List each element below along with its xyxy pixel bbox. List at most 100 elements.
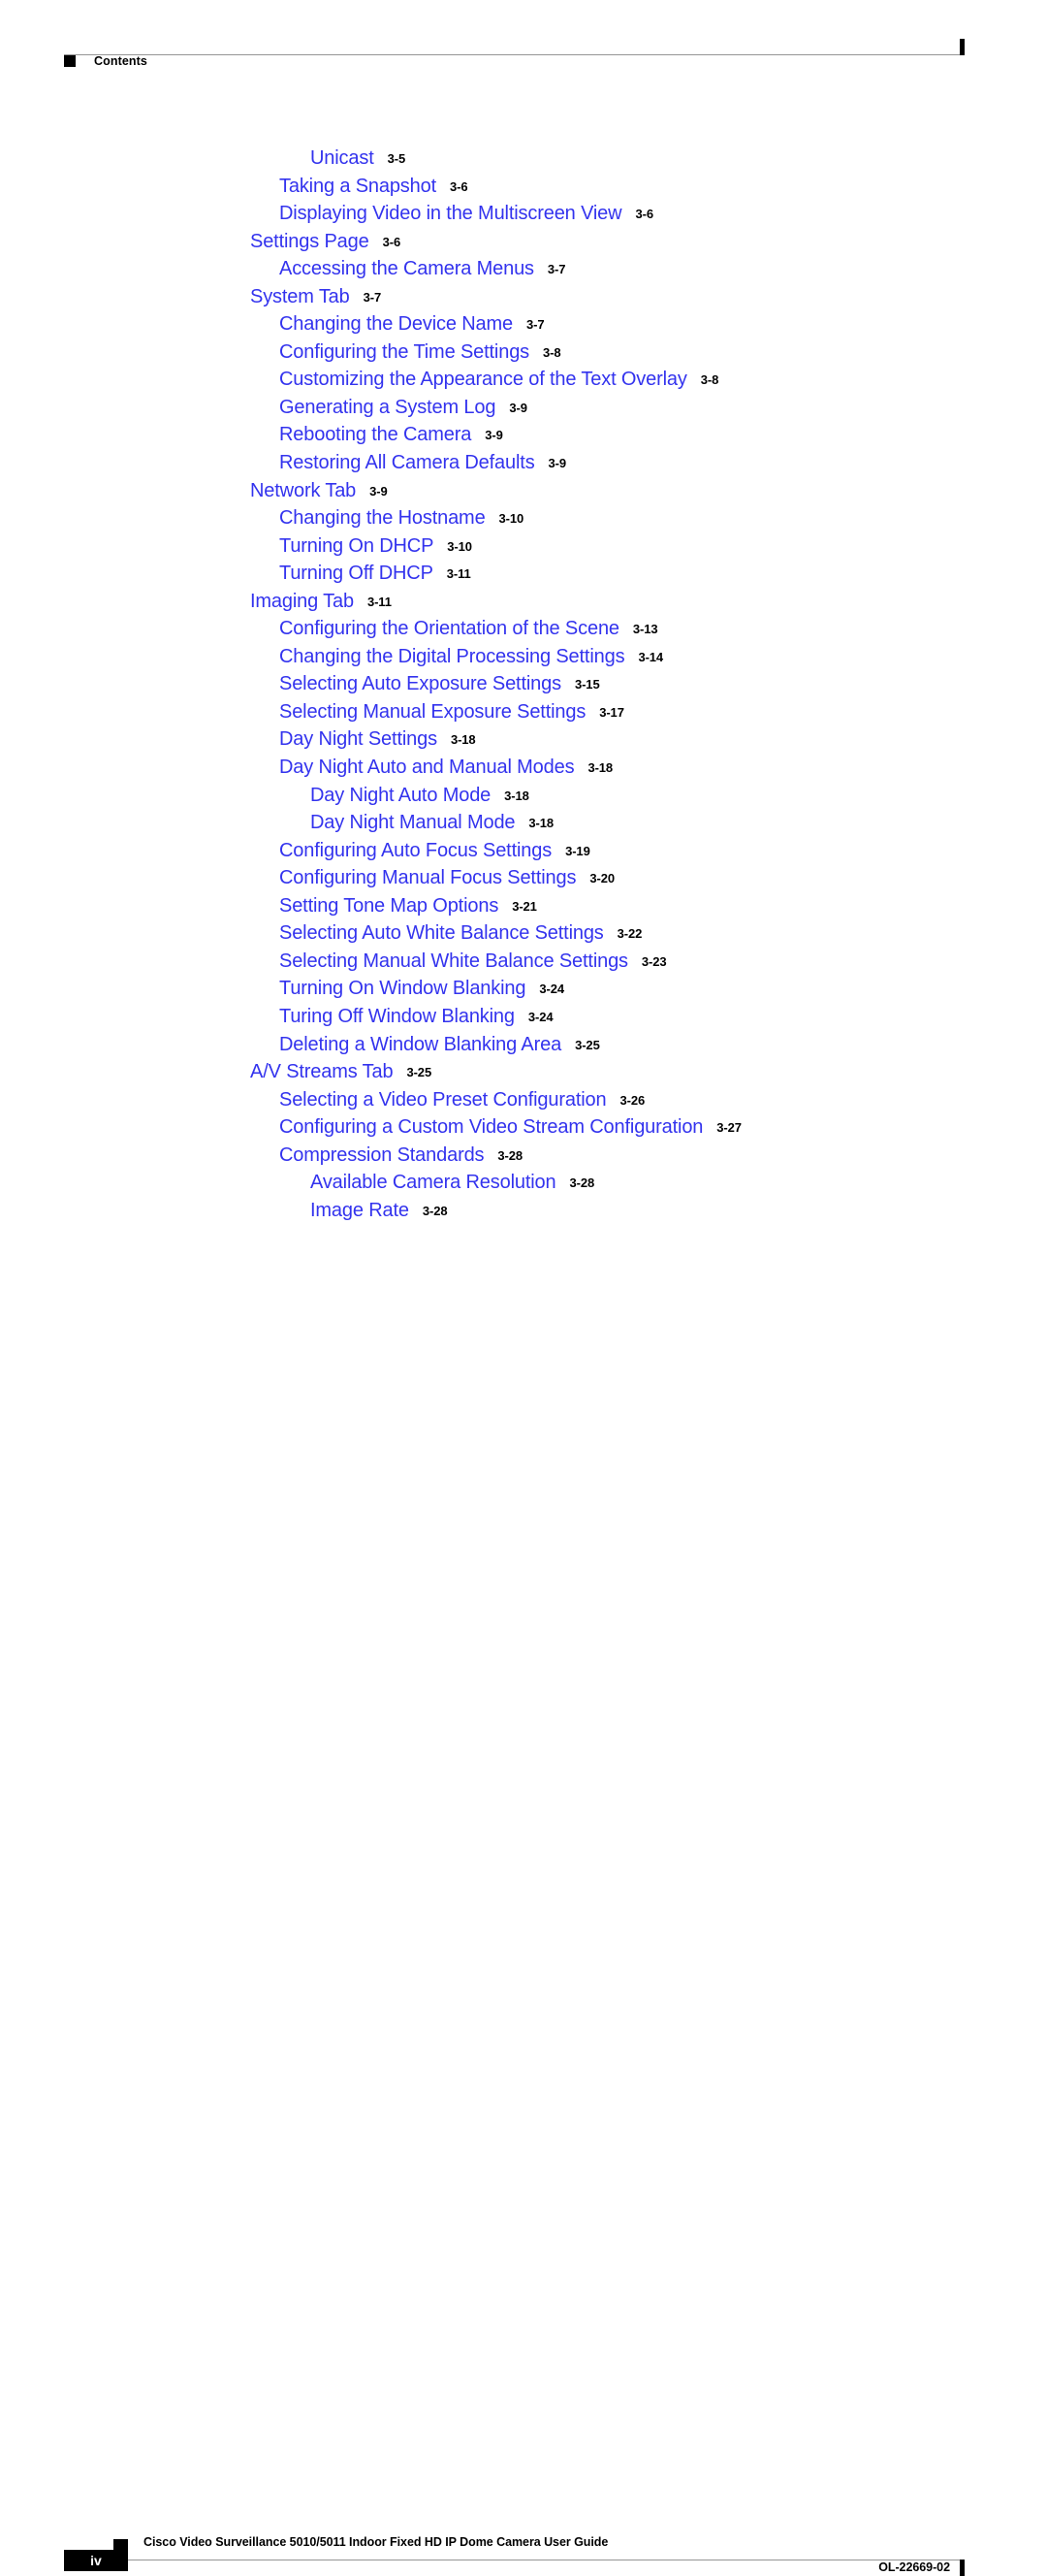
toc-entry-title[interactable]: Selecting Manual Exposure Settings	[279, 701, 586, 724]
toc-entry[interactable]: Selecting Manual Exposure Settings 3-17	[0, 701, 1047, 729]
toc-entry-page-number: 3-15	[574, 677, 600, 692]
toc-entry-page-number: 3-18	[587, 760, 614, 776]
toc-entry[interactable]: Turning Off DHCP 3-11	[0, 563, 1047, 591]
toc-entry[interactable]: Setting Tone Map Options 3-21	[0, 895, 1047, 923]
toc-entry[interactable]: Imaging Tab 3-11	[0, 591, 1047, 619]
toc-entry[interactable]: Turning On DHCP 3-10	[0, 535, 1047, 564]
toc-entry-title[interactable]: Generating a System Log	[279, 397, 496, 419]
toc-entry-title[interactable]: Selecting Auto Exposure Settings	[279, 673, 561, 695]
toc-entry[interactable]: Accessing the Camera Menus 3-7	[0, 258, 1047, 286]
toc-entry-title[interactable]: Settings Page	[250, 231, 369, 253]
toc-entry[interactable]: System Tab 3-7	[0, 286, 1047, 314]
toc-entry[interactable]: Turning On Window Blanking 3-24	[0, 978, 1047, 1006]
toc-entry[interactable]: Changing the Device Name 3-7	[0, 313, 1047, 341]
toc-entry-title[interactable]: Imaging Tab	[250, 591, 354, 613]
toc-entry[interactable]: Day Night Auto and Manual Modes 3-18	[0, 757, 1047, 785]
footer-document-number: OL-22669-02	[878, 2560, 950, 2574]
toc-entry-page-number: 3-17	[599, 704, 624, 720]
toc-entry-title[interactable]: Image Rate	[310, 1200, 409, 1222]
toc-entry[interactable]: A/V Streams Tab 3-25	[0, 1061, 1047, 1089]
toc-entry[interactable]: Selecting a Video Preset Configuration 3-…	[0, 1089, 1047, 1117]
toc-entry[interactable]: Turing Off Window Blanking 3-24	[0, 1006, 1047, 1034]
toc-entry[interactable]: Generating a System Log 3-9	[0, 397, 1047, 425]
toc-entry-page-number: 3-9	[548, 456, 567, 471]
toc-entry[interactable]: Day Night Settings 3-18	[0, 728, 1047, 757]
toc-entry-page-number: 3-22	[617, 926, 643, 942]
toc-entry-title[interactable]: Turning On DHCP	[279, 535, 433, 558]
toc-entry[interactable]: Unicast 3-5	[0, 147, 1047, 176]
toc-entry[interactable]: Configuring a Custom Video Stream Config…	[0, 1116, 1047, 1144]
toc-entry-title[interactable]: Selecting Manual White Balance Settings	[279, 950, 628, 973]
toc-entry-page-number: 3-24	[539, 982, 564, 997]
toc-entry[interactable]: Customizing the Appearance of the Text O…	[0, 369, 1047, 397]
toc-entry[interactable]: Day Night Manual Mode 3-18	[0, 812, 1047, 840]
toc-entry-title[interactable]: Compression Standards	[279, 1144, 485, 1167]
toc-entry[interactable]: Rebooting the Camera 3-9	[0, 424, 1047, 452]
toc-entry-title[interactable]: Network Tab	[250, 480, 356, 502]
toc-entry-title[interactable]: Changing the Hostname	[279, 507, 486, 530]
toc-entry[interactable]: Deleting a Window Blanking Area 3-25	[0, 1034, 1047, 1062]
page-footer: Cisco Video Surveillance 5010/5011 Indoo…	[0, 1261, 1047, 2576]
toc-entry[interactable]: Network Tab 3-9	[0, 480, 1047, 508]
toc-entry-title[interactable]: Turning Off DHCP	[279, 563, 433, 585]
toc-entry[interactable]: Configuring Manual Focus Settings 3-20	[0, 867, 1047, 895]
toc-entry-title[interactable]: Unicast	[310, 147, 374, 170]
toc-entry[interactable]: Available Camera Resolution 3-28	[0, 1172, 1047, 1200]
toc-entry-title[interactable]: Available Camera Resolution	[310, 1172, 556, 1194]
toc-entry-page-number: 3-11	[446, 566, 471, 582]
toc-entry-title[interactable]: Restoring All Camera Defaults	[279, 452, 535, 474]
toc-entry-title[interactable]: Day Night Settings	[279, 728, 437, 751]
toc-entry-page-number: 3-28	[497, 1147, 524, 1163]
toc-entry-page-number: 3-13	[632, 622, 658, 637]
toc-entry-page-number: 3-18	[528, 816, 555, 831]
toc-entry-page-number: 3-25	[406, 1065, 432, 1080]
toc-entry-page-number: 3-6	[382, 234, 401, 249]
toc-entry-title[interactable]: Changing the Digital Processing Settings	[279, 646, 625, 668]
toc-entry-title[interactable]: Day Night Manual Mode	[310, 812, 516, 834]
toc-entry-page-number: 3-24	[527, 1009, 554, 1024]
toc-entry-title[interactable]: Rebooting the Camera	[279, 424, 471, 446]
toc-entry-title[interactable]: Setting Tone Map Options	[279, 895, 498, 918]
toc-entry[interactable]: Displaying Video in the Multiscreen View…	[0, 203, 1047, 231]
toc-entry-title[interactable]: Configuring Auto Focus Settings	[279, 840, 552, 862]
toc-entry[interactable]: Changing the Digital Processing Settings…	[0, 646, 1047, 674]
footer-edge-tab-marker	[960, 2560, 965, 2576]
toc-entry-title[interactable]: Day Night Auto and Manual Modes	[279, 757, 575, 779]
toc-entry-title[interactable]: System Tab	[250, 286, 350, 308]
toc-entry-title[interactable]: Customizing the Appearance of the Text O…	[279, 369, 687, 391]
toc-entry-title[interactable]: Configuring a Custom Video Stream Config…	[279, 1116, 703, 1139]
toc-entry[interactable]: Configuring Auto Focus Settings 3-19	[0, 840, 1047, 868]
toc-entry-title[interactable]: Deleting a Window Blanking Area	[279, 1034, 561, 1056]
toc-entry-page-number: 3-7	[547, 262, 566, 277]
footer-page-number: iv	[90, 2553, 102, 2568]
toc-entry[interactable]: Settings Page 3-6	[0, 231, 1047, 259]
toc-entry[interactable]: Configuring the Time Settings 3-8	[0, 341, 1047, 370]
toc-entry[interactable]: Compression Standards 3-28	[0, 1144, 1047, 1173]
toc-entry[interactable]: Selecting Manual White Balance Settings 3…	[0, 950, 1047, 979]
toc-entry-title[interactable]: Selecting Auto White Balance Settings	[279, 922, 604, 945]
toc-entry-title[interactable]: Day Night Auto Mode	[310, 785, 491, 807]
toc-entry-title[interactable]: Taking a Snapshot	[279, 176, 436, 198]
toc-entry-title[interactable]: Accessing the Camera Menus	[279, 258, 534, 280]
toc-entry[interactable]: Restoring All Camera Defaults 3-9	[0, 452, 1047, 480]
toc-entry-title[interactable]: Displaying Video in the Multiscreen View	[279, 203, 622, 225]
toc-entry-page-number: 3-23	[641, 953, 667, 969]
header-divider-rule	[64, 54, 961, 55]
toc-entry-page-number: 3-6	[635, 207, 653, 222]
toc-entry-title[interactable]: Changing the Device Name	[279, 313, 513, 336]
toc-entry[interactable]: Image Rate 3-28	[0, 1200, 1047, 1228]
toc-entry-page-number: 3-10	[447, 538, 472, 554]
toc-entry[interactable]: Selecting Auto Exposure Settings 3-15	[0, 673, 1047, 701]
toc-entry-title[interactable]: Selecting a Video Preset Configuration	[279, 1089, 607, 1111]
toc-entry-title[interactable]: Configuring the Time Settings	[279, 341, 529, 364]
toc-entry-title[interactable]: Turning On Window Blanking	[279, 978, 526, 1000]
toc-entry[interactable]: Day Night Auto Mode 3-18	[0, 785, 1047, 813]
toc-entry[interactable]: Selecting Auto White Balance Settings 3-2…	[0, 922, 1047, 950]
toc-entry-title[interactable]: A/V Streams Tab	[250, 1061, 394, 1083]
toc-entry[interactable]: Taking a Snapshot 3-6	[0, 176, 1047, 204]
toc-entry-title[interactable]: Configuring the Orientation of the Scene	[279, 618, 619, 640]
toc-entry-title[interactable]: Configuring Manual Focus Settings	[279, 867, 576, 889]
toc-entry-title[interactable]: Turing Off Window Blanking	[279, 1006, 515, 1028]
toc-entry[interactable]: Changing the Hostname 3-10	[0, 507, 1047, 535]
toc-entry[interactable]: Configuring the Orientation of the Scene…	[0, 618, 1047, 646]
